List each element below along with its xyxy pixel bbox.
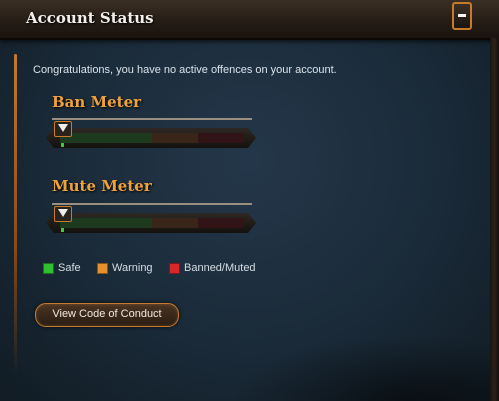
mute-meter-title: Mute Meter [52, 177, 152, 195]
triangle-down-icon [54, 206, 72, 222]
meter-banned-segment [198, 218, 244, 228]
left-accent-line [14, 54, 17, 374]
view-code-of-conduct-button[interactable]: View Code of Conduct [35, 303, 179, 327]
collapse-button[interactable] [452, 2, 472, 30]
meter-track-line [52, 203, 252, 205]
legend-label: Warning [112, 262, 153, 274]
meter-safe-segment [60, 218, 152, 228]
legend-banned-muted: Banned/Muted [169, 262, 256, 274]
legend-label: Safe [58, 262, 81, 274]
panel-title: Account Status [26, 9, 154, 27]
safe-swatch [43, 262, 54, 274]
ban-meter-title: Ban Meter [52, 93, 142, 111]
ban-meter [46, 118, 256, 152]
mute-meter [46, 203, 256, 237]
minus-icon [458, 14, 466, 17]
status-message: Congratulations, you have no active offe… [33, 64, 337, 76]
meter-warning-segment [152, 218, 198, 228]
decorative-grunge [230, 335, 490, 401]
panel-header: Account Status [0, 0, 499, 40]
account-status-panel: Account Status Congratulations, you have… [0, 0, 499, 401]
meter-track-line [52, 118, 252, 120]
meter-level-fill [61, 228, 64, 232]
meter-safe-segment [60, 133, 152, 143]
meter-banned-segment [198, 133, 244, 143]
meter-level-fill [61, 143, 64, 147]
legend-warning: Warning [97, 262, 153, 274]
right-frame-border [490, 38, 499, 401]
legend-safe: Safe [43, 262, 81, 274]
legend-label: Banned/Muted [184, 262, 256, 274]
triangle-down-icon [54, 121, 72, 137]
meter-warning-segment [152, 133, 198, 143]
banned-swatch [169, 262, 180, 274]
warning-swatch [97, 262, 108, 274]
